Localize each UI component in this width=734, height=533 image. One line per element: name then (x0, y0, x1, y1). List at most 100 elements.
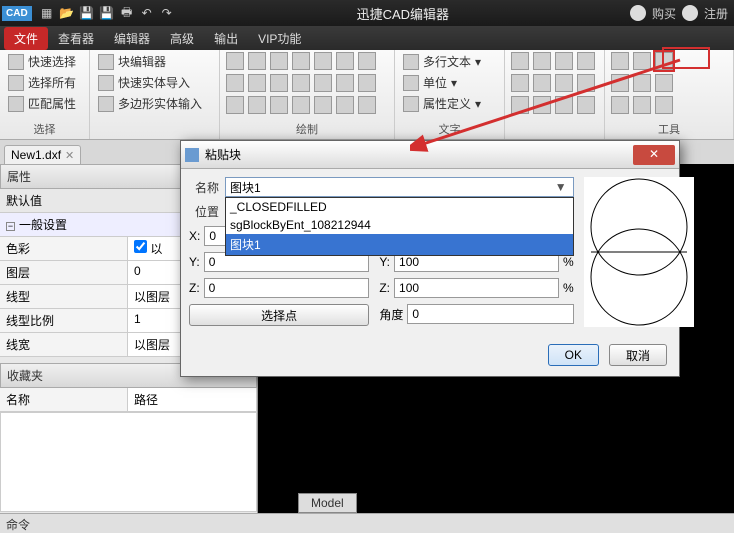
menu-output[interactable]: 输出 (204, 27, 248, 50)
new-icon[interactable]: ▦ (38, 4, 56, 22)
menu-editor[interactable]: 编辑器 (104, 27, 160, 50)
m4-icon[interactable] (292, 96, 310, 114)
menu-advanced[interactable]: 高级 (160, 27, 204, 50)
model-tab[interactable]: Model (298, 493, 357, 513)
blockedit-icon (98, 54, 114, 70)
t6-icon[interactable] (655, 74, 673, 92)
t1-icon[interactable] (611, 52, 629, 70)
saveas-icon[interactable]: 💾 (98, 4, 116, 22)
mirror-icon[interactable] (577, 52, 595, 70)
ellipse-icon[interactable] (314, 52, 332, 70)
t9-icon[interactable] (655, 96, 673, 114)
rotate-icon[interactable] (533, 52, 551, 70)
scale-icon[interactable] (555, 52, 573, 70)
arc-icon[interactable] (292, 52, 310, 70)
offset-icon[interactable] (533, 74, 551, 92)
match-props[interactable]: 匹配属性 (6, 94, 83, 113)
dim2-icon[interactable] (248, 74, 266, 92)
dropdown-item-selected[interactable]: 图块1 (226, 234, 573, 255)
menu-vip[interactable]: VIP功能 (248, 27, 311, 50)
dropdown-item[interactable]: sgBlockByEnt_108212944 (226, 216, 573, 234)
close-icon[interactable]: ✕ (65, 149, 74, 162)
buy-link[interactable]: 购买 (652, 5, 676, 22)
array-icon[interactable] (555, 96, 573, 114)
attr-def[interactable]: 属性定义▾ (401, 94, 498, 113)
quick-select[interactable]: 快速选择 (6, 52, 83, 71)
paste-block-icon[interactable] (655, 52, 673, 70)
prop-lineweight-label: 线宽 (0, 333, 128, 356)
pct-label: % (563, 255, 574, 269)
cancel-button[interactable]: 取消 (609, 344, 667, 366)
break-icon[interactable] (577, 96, 595, 114)
dim-icon[interactable] (226, 74, 244, 92)
move-icon[interactable] (511, 52, 529, 70)
chamfer-icon[interactable] (533, 96, 551, 114)
menu-viewer[interactable]: 查看器 (48, 27, 104, 50)
rect-icon[interactable] (270, 52, 288, 70)
open-icon[interactable]: 📂 (58, 4, 76, 22)
pct-label: % (563, 281, 574, 295)
m7-icon[interactable] (358, 96, 376, 114)
register-link[interactable]: 注册 (704, 5, 728, 22)
angle-input[interactable] (407, 304, 573, 324)
redo-icon[interactable]: ↷ (158, 4, 176, 22)
quick-import[interactable]: 快速实体导入 (96, 73, 213, 92)
line-icon[interactable] (226, 52, 244, 70)
hatch-icon[interactable] (358, 52, 376, 70)
poly-input[interactable]: 多边形实体输入 (96, 94, 213, 113)
undo-icon[interactable]: ↶ (138, 4, 156, 22)
bolt-icon (8, 54, 24, 70)
dialog-close-button[interactable]: ✕ (633, 145, 675, 165)
block-name-combo[interactable]: 图块1 ▼ _CLOSEDFILLED sgBlockByEnt_1082129… (225, 177, 574, 197)
print-icon[interactable]: 🖶 (118, 4, 136, 22)
extend-icon[interactable] (577, 74, 595, 92)
dim5-icon[interactable] (314, 74, 332, 92)
z-input[interactable] (204, 278, 370, 298)
t4-icon[interactable] (611, 74, 629, 92)
select-all-label: 选择所有 (28, 74, 76, 91)
copy-icon[interactable] (511, 74, 529, 92)
status-bar: 命令 (0, 513, 734, 533)
mtext[interactable]: 多行文本▾ (401, 52, 498, 71)
units[interactable]: 单位▾ (401, 73, 498, 92)
m3-icon[interactable] (270, 96, 288, 114)
units-icon (403, 75, 419, 91)
circle-icon[interactable] (248, 52, 266, 70)
block-editor[interactable]: 块编辑器 (96, 52, 213, 71)
dim6-icon[interactable] (336, 74, 354, 92)
draw-tools (226, 52, 388, 116)
dim7-icon[interactable] (358, 74, 376, 92)
dim3-icon[interactable] (270, 74, 288, 92)
angle-label: 角度 (379, 306, 403, 323)
prop-ltscale-label: 线型比例 (0, 309, 128, 332)
save-icon[interactable]: 💾 (78, 4, 96, 22)
dim4-icon[interactable] (292, 74, 310, 92)
collapse-icon[interactable]: − (6, 222, 15, 231)
document-name: New1.dxf (11, 148, 61, 162)
chevron-down-icon[interactable]: ▼ (553, 180, 569, 194)
t8-icon[interactable] (633, 96, 651, 114)
coin-icon (630, 5, 646, 21)
m2-icon[interactable] (248, 96, 266, 114)
m6-icon[interactable] (336, 96, 354, 114)
modify-tools (511, 52, 598, 116)
color-checkbox[interactable] (134, 240, 147, 253)
import-icon (98, 75, 114, 91)
ok-button[interactable]: OK (548, 344, 599, 366)
favorites-list[interactable] (0, 412, 257, 512)
scale-z-input[interactable] (394, 278, 559, 298)
spline-icon[interactable] (336, 52, 354, 70)
t2-icon[interactable] (633, 52, 651, 70)
dropdown-item[interactable]: _CLOSEDFILLED (226, 198, 573, 216)
t5-icon[interactable] (633, 74, 651, 92)
prop-color-label: 色彩 (0, 237, 128, 260)
m5-icon[interactable] (314, 96, 332, 114)
t7-icon[interactable] (611, 96, 629, 114)
select-all[interactable]: 选择所有 (6, 73, 83, 92)
m1-icon[interactable] (226, 96, 244, 114)
trim-icon[interactable] (555, 74, 573, 92)
menu-file[interactable]: 文件 (4, 27, 48, 50)
pick-point-button[interactable]: 选择点 (189, 304, 369, 326)
document-tab[interactable]: New1.dxf ✕ (4, 145, 81, 164)
fillet-icon[interactable] (511, 96, 529, 114)
